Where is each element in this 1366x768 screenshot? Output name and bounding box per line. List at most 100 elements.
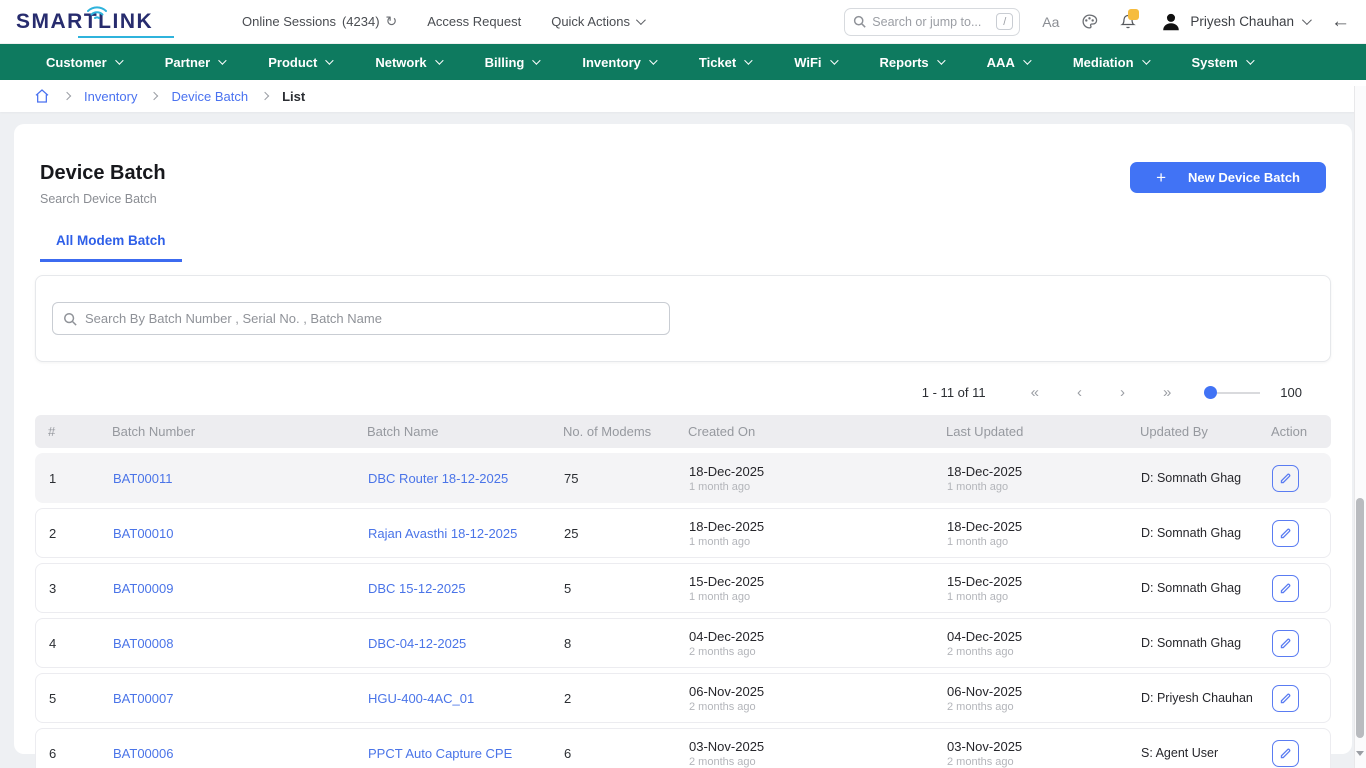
batch-number-link[interactable]: BAT00009 (113, 581, 368, 596)
batch-number-link[interactable]: BAT00008 (113, 636, 368, 651)
nav-item-ticket[interactable]: Ticket (681, 44, 772, 80)
nav-item-reports[interactable]: Reports (862, 44, 965, 80)
search-icon (853, 15, 866, 28)
breadcrumb-inventory[interactable]: Inventory (84, 89, 137, 104)
table-row: 2 BAT00010 Rajan Avasthi 18-12-2025 25 1… (35, 508, 1331, 558)
scroll-down-arrow-icon[interactable] (1356, 751, 1364, 756)
slider-handle[interactable] (1204, 386, 1217, 399)
col-batch-name: Batch Name (367, 424, 563, 439)
breadcrumb: Inventory Device Batch List (0, 80, 1366, 112)
main-navbar: Customer Partner Product Network Billing… (0, 44, 1366, 80)
online-sessions[interactable]: Online Sessions (4234) ↻ (242, 13, 397, 30)
edit-button[interactable] (1272, 740, 1299, 767)
batch-number-link[interactable]: BAT00010 (113, 526, 368, 541)
nav-item-partner[interactable]: Partner (147, 44, 247, 80)
edit-button[interactable] (1272, 520, 1299, 547)
row-index: 3 (49, 581, 113, 596)
updated-ago: 2 months ago (947, 646, 1141, 658)
title-row: Device Batch Search Device Batch + New D… (14, 124, 1352, 206)
updated-by: D: Somnath Ghag (1141, 636, 1272, 650)
chevron-down-icon (326, 56, 334, 64)
batch-name-link[interactable]: HGU-400-4AC_01 (368, 691, 564, 706)
tab-all-modem-batch[interactable]: All Modem Batch (40, 233, 182, 262)
edit-button[interactable] (1272, 575, 1299, 602)
nav-item-system[interactable]: System (1174, 44, 1274, 80)
global-search-input[interactable] (872, 15, 990, 29)
nav-item-network[interactable]: Network (357, 44, 462, 80)
theme-palette-button[interactable] (1081, 13, 1098, 30)
created-ago: 2 months ago (689, 701, 947, 713)
notifications-button[interactable] (1120, 13, 1136, 30)
refresh-icon[interactable]: ↻ (386, 13, 398, 30)
batch-name-link[interactable]: DBC Router 18-12-2025 (368, 471, 564, 486)
nav-item-customer[interactable]: Customer (28, 44, 143, 80)
batch-name-link[interactable]: DBC-04-12-2025 (368, 636, 564, 651)
nav-label: Reports (880, 55, 929, 70)
updated-ago: 2 months ago (947, 756, 1141, 768)
created-date: 18-Dec-2025 (689, 519, 947, 534)
batch-number-link[interactable]: BAT00006 (113, 746, 368, 761)
next-page-icon[interactable]: › (1120, 384, 1125, 401)
last-page-icon[interactable]: » (1163, 384, 1171, 401)
table-search-input[interactable] (85, 311, 659, 326)
action-cell (1272, 465, 1322, 492)
access-request-label: Access Request (427, 14, 521, 29)
batch-number-link[interactable]: BAT00011 (113, 471, 368, 486)
prev-page-icon[interactable]: ‹ (1077, 384, 1082, 401)
edit-button[interactable] (1272, 685, 1299, 712)
chevron-down-icon (218, 56, 226, 64)
vertical-scrollbar[interactable] (1354, 86, 1366, 768)
created-on-cell: 06-Nov-20252 months ago (689, 684, 947, 713)
pagination: 1 - 11 of 11 « ‹ › » 100 (14, 362, 1352, 415)
new-device-batch-button[interactable]: + New Device Batch (1130, 162, 1326, 193)
batch-name-link[interactable]: Rajan Avasthi 18-12-2025 (368, 526, 564, 541)
batch-name-link[interactable]: PPCT Auto Capture CPE (368, 746, 564, 761)
batch-name-link[interactable]: DBC 15-12-2025 (368, 581, 564, 596)
user-menu[interactable]: Priyesh Chauhan (1160, 11, 1309, 33)
chevron-down-icon (649, 56, 657, 64)
online-sessions-label: Online Sessions (242, 14, 336, 29)
nav-label: Partner (165, 55, 211, 70)
nav-label: Mediation (1073, 55, 1134, 70)
access-request-link[interactable]: Access Request (427, 14, 521, 29)
nav-item-product[interactable]: Product (250, 44, 353, 80)
last-updated-cell: 06-Nov-20252 months ago (947, 684, 1141, 713)
col-created-on: Created On (688, 424, 946, 439)
nav-label: Network (375, 55, 426, 70)
first-page-icon[interactable]: « (1031, 384, 1039, 401)
nav-item-inventory[interactable]: Inventory (564, 44, 677, 80)
font-size-toggle[interactable]: Aa (1042, 14, 1059, 30)
last-updated-cell: 03-Nov-20252 months ago (947, 739, 1141, 768)
page-size-value: 100 (1280, 385, 1302, 400)
nav-item-billing[interactable]: Billing (467, 44, 561, 80)
breadcrumb-device-batch[interactable]: Device Batch (171, 89, 248, 104)
page-size-slider[interactable] (1204, 386, 1260, 399)
edit-button[interactable] (1272, 465, 1299, 492)
action-cell (1272, 630, 1322, 657)
modem-count: 5 (564, 581, 689, 596)
scrollbar-thumb[interactable] (1356, 498, 1364, 738)
nav-item-mediation[interactable]: Mediation (1055, 44, 1170, 80)
chevron-down-icon (636, 15, 646, 25)
nav-item-aaa[interactable]: AAA (969, 44, 1051, 80)
tab-row: All Modem Batch (14, 206, 1352, 262)
created-on-cell: 18-Dec-20251 month ago (689, 519, 947, 548)
batch-number-link[interactable]: BAT00007 (113, 691, 368, 706)
created-date: 04-Dec-2025 (689, 629, 947, 644)
edit-button[interactable] (1272, 630, 1299, 657)
smartlink-logo[interactable]: SMARTLINK (16, 5, 176, 39)
back-arrow-button[interactable]: ← (1331, 11, 1350, 33)
updated-by: D: Priyesh Chauhan (1141, 691, 1272, 705)
slider-track (1217, 392, 1260, 394)
quick-actions-menu[interactable]: Quick Actions (551, 14, 643, 29)
table-search[interactable] (52, 302, 670, 335)
last-updated-cell: 15-Dec-20251 month ago (947, 574, 1141, 603)
action-cell (1272, 685, 1322, 712)
updated-ago: 1 month ago (947, 591, 1141, 603)
created-ago: 2 months ago (689, 646, 947, 658)
home-icon[interactable] (34, 88, 50, 104)
main-content-card: Device Batch Search Device Batch + New D… (14, 124, 1352, 754)
nav-item-wifi[interactable]: WiFi (776, 44, 857, 80)
pencil-icon (1279, 582, 1292, 595)
global-search[interactable]: / (844, 8, 1020, 36)
